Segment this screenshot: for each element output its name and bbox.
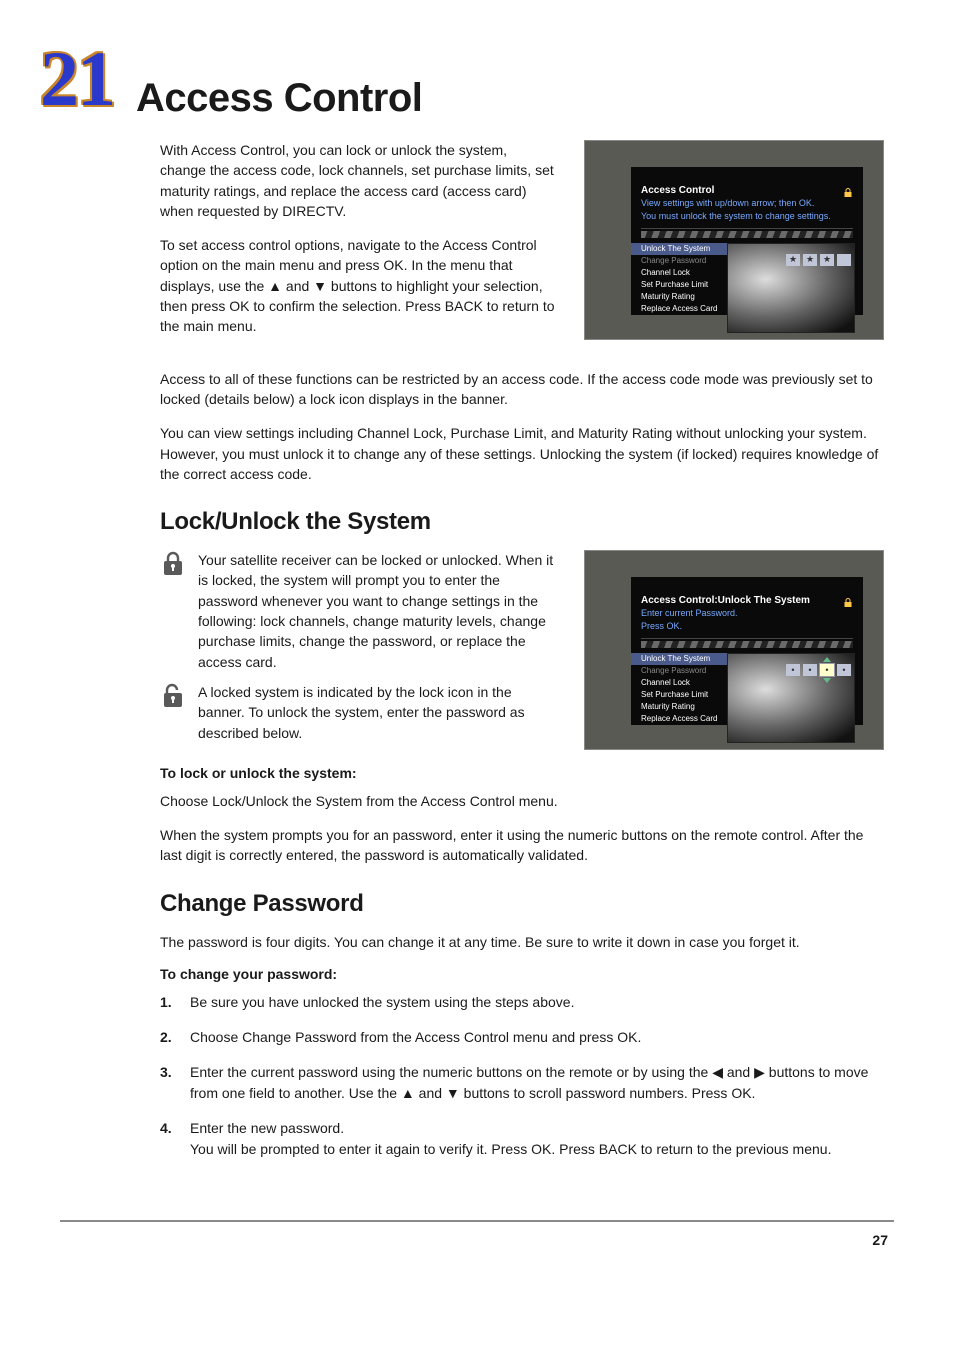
menu-list: Unlock The System Change Password Channe… — [631, 243, 727, 315]
locked-icon — [160, 550, 186, 578]
left-arrow-icon: ◀ — [712, 1064, 723, 1080]
password-box: ★ — [803, 254, 817, 266]
right-arrow-icon: ▶ — [754, 1064, 765, 1080]
change-pw-proc-heading: To change your password: — [160, 966, 884, 982]
step-item: 2. Choose Change Password from the Acces… — [160, 1027, 884, 1048]
step-item: 1. Be sure you have unlocked the system … — [160, 992, 884, 1013]
up-arrow-icon: ▲ — [268, 278, 282, 294]
password-box: • — [803, 664, 817, 676]
menu-item: Channel Lock — [631, 677, 727, 689]
lock-unlock-heading: Lock/Unlock the System — [160, 508, 884, 536]
lock-proc1: Choose Lock/Unlock the System from the A… — [160, 791, 884, 811]
step-number: 4. — [160, 1118, 178, 1160]
password-box: • — [837, 664, 851, 676]
footer-divider — [60, 1220, 894, 1222]
preview-image: • • • • — [727, 653, 855, 743]
access-p2: You can view settings including Channel … — [160, 423, 884, 484]
lock-proc-heading: To lock or unlock the system: — [160, 765, 884, 781]
step-number: 3. — [160, 1062, 178, 1104]
footer-page-number: 27 — [60, 1232, 894, 1248]
page-title: Access Control — [136, 78, 422, 118]
step-number: 2. — [160, 1027, 178, 1048]
change-pw-intro: The password is four digits. You can cha… — [160, 932, 884, 952]
lock-p1: Your satellite receiver can be locked or… — [198, 550, 556, 672]
menu-item: Unlock The System — [631, 243, 727, 255]
menu-item: Unlock The System — [631, 653, 727, 665]
menu-item: Maturity Rating — [631, 701, 727, 713]
screenshot-title: Access Control:Unlock The System — [631, 577, 863, 608]
lock-icon — [843, 185, 853, 195]
decorative-wave — [641, 641, 853, 648]
step-item: 4. Enter the new password. You will be p… — [160, 1118, 884, 1160]
password-box: ★ — [786, 254, 800, 266]
password-box: • — [786, 664, 800, 676]
menu-item: Replace Access Card — [631, 303, 727, 315]
menu-item: Change Password — [631, 255, 727, 267]
screenshot-sub2: You must unlock the system to change set… — [631, 211, 863, 224]
menu-item: Channel Lock — [631, 267, 727, 279]
menu-item: Replace Access Card — [631, 713, 727, 725]
menu-item: Maturity Rating — [631, 291, 727, 303]
password-box — [837, 254, 851, 266]
password-box-selected: • — [820, 664, 834, 676]
menu-item: Set Purchase Limit — [631, 689, 727, 701]
up-arrow-icon: ▲ — [401, 1085, 415, 1101]
unlocked-icon — [160, 682, 186, 710]
lock-p2: A locked system is indicated by the lock… — [198, 682, 556, 743]
screenshot-unlock-system: Access Control:Unlock The System Enter c… — [584, 550, 884, 750]
decorative-wave — [641, 231, 853, 238]
screenshot-access-control: Access Control View settings with up/dow… — [584, 140, 884, 340]
lock-proc2: When the system prompts you for an passw… — [160, 825, 884, 866]
step-text: Be sure you have unlocked the system usi… — [190, 992, 574, 1013]
menu-item: Set Purchase Limit — [631, 279, 727, 291]
screenshot-title: Access Control — [631, 167, 863, 198]
intro-p1: With Access Control, you can lock or unl… — [160, 140, 556, 221]
menu-item: Change Password — [631, 665, 727, 677]
down-arrow-icon: ▼ — [313, 278, 327, 294]
screenshot-sub2: Press OK. — [631, 621, 863, 634]
lock-icon — [843, 595, 853, 605]
screenshot-sub1: Enter current Password. — [631, 608, 863, 621]
step-text: Enter the current password using the num… — [190, 1062, 884, 1104]
screenshot-sub1: View settings with up/down arrow; then O… — [631, 198, 863, 211]
step-text: Choose Change Password from the Access C… — [190, 1027, 641, 1048]
intro-p2: To set access control options, navigate … — [160, 235, 556, 336]
step-item: 3. Enter the current password using the … — [160, 1062, 884, 1104]
change-password-heading: Change Password — [160, 890, 884, 918]
password-box: ★ — [820, 254, 834, 266]
preview-image: ★ ★ ★ — [727, 243, 855, 333]
step-text: Enter the new password. You will be prom… — [190, 1118, 831, 1160]
step-number: 1. — [160, 992, 178, 1013]
access-p1: Access to all of these functions can be … — [160, 369, 884, 410]
menu-list: Unlock The System Change Password Channe… — [631, 653, 727, 725]
chapter-number: 21 — [40, 40, 114, 118]
down-arrow-icon: ▼ — [446, 1085, 460, 1101]
